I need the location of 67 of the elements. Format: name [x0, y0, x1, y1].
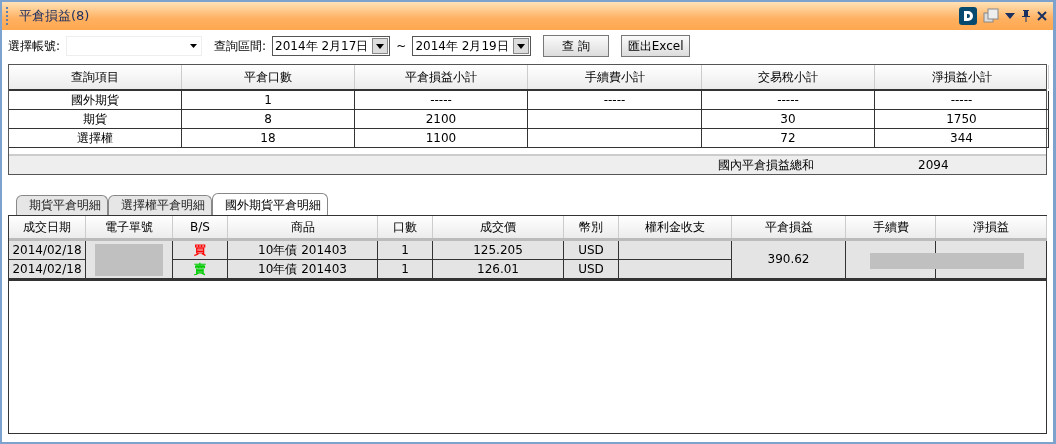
column-header: B/S — [173, 216, 228, 238]
table-cell: 18 — [182, 129, 355, 148]
table-cell: 126.01 — [433, 260, 564, 279]
date-picker[interactable]: 2014年 2月17日 — [272, 36, 391, 56]
tab[interactable]: 國外期貨平倉明細 — [212, 193, 328, 215]
pin-icon[interactable] — [1021, 10, 1031, 22]
table-cell: 期貨 — [9, 110, 182, 129]
table-cell: 72 — [702, 129, 875, 148]
table-cell: 1 — [182, 91, 355, 110]
total-value: 2094 — [918, 157, 950, 174]
table-cell: 8 — [182, 110, 355, 129]
column-header: 權利金收支 — [619, 216, 732, 238]
side-text: 買 — [194, 241, 206, 259]
table-cell: 1 — [378, 241, 433, 260]
table-cell: ----- — [528, 91, 702, 110]
dropdown-icon[interactable] — [1005, 13, 1015, 19]
d-logo-icon[interactable] — [959, 7, 977, 25]
column-header: 成交價 — [433, 216, 564, 238]
column-header: 成交日期 — [9, 216, 86, 238]
column-header: 查詢項目 — [9, 65, 182, 89]
table-cell: ----- — [355, 91, 528, 110]
total-label: 國內平倉損益總和 — [718, 157, 815, 174]
table-cell: 國外期貨 — [9, 91, 182, 110]
tab[interactable]: 期貨平倉明細 — [16, 195, 108, 215]
table-cell: 10年債 201403 — [228, 241, 378, 260]
column-header: 商品 — [228, 216, 378, 238]
range-label: 查詢區間: — [214, 37, 267, 55]
table-cell: USD — [564, 260, 619, 279]
side-text: 賣 — [194, 260, 206, 278]
table-cell: 選擇權 — [9, 129, 182, 148]
table-cell: 390.62 — [732, 241, 846, 279]
table-cell: ----- — [702, 91, 875, 110]
close-icon[interactable] — [1037, 11, 1047, 21]
caret-icon — [190, 44, 198, 48]
table-cell: ----- — [875, 91, 1049, 110]
caret-icon — [516, 43, 525, 49]
column-header: 平倉口數 — [182, 65, 355, 89]
column-header: 幣別 — [564, 216, 619, 238]
table-cell: 2014/02/18 — [9, 260, 86, 279]
column-header: 手續費小計 — [528, 65, 702, 89]
table-cell: 125.205 — [433, 241, 564, 260]
column-header: 平倉損益 — [732, 216, 846, 238]
table-cell: 1100 — [355, 129, 528, 148]
table-cell: 1 — [378, 260, 433, 279]
range-separator: ~ — [396, 39, 407, 53]
caret-icon — [376, 43, 385, 49]
redacted-block — [95, 243, 163, 276]
table-cell: 30 — [702, 110, 875, 129]
window-title: 平倉損益(8) — [19, 7, 91, 25]
table-cell: 10年債 201403 — [228, 260, 378, 279]
column-header: 淨損益 — [936, 216, 1047, 238]
column-header: 交易稅小計 — [702, 65, 875, 89]
export-button[interactable]: 匯出Excel — [620, 35, 691, 57]
column-header: 淨損益小計 — [875, 65, 1049, 89]
query-button[interactable]: 查 詢 — [542, 35, 609, 57]
column-header: 手續費 — [846, 216, 936, 238]
column-header: 口數 — [378, 216, 433, 238]
column-header: 電子單號 — [86, 216, 173, 238]
date-picker[interactable]: 2014年 2月19日 — [412, 36, 531, 56]
table-cell: USD — [564, 241, 619, 260]
table-cell: 344 — [875, 129, 1049, 148]
column-header: 平倉損益小計 — [355, 65, 528, 89]
account-label: 選擇帳號: — [8, 37, 61, 55]
tab[interactable]: 選擇權平倉明細 — [108, 195, 212, 215]
table-cell: 2100 — [355, 110, 528, 129]
table-cell: 2014/02/18 — [9, 241, 86, 260]
table-cell: 1750 — [875, 110, 1049, 129]
